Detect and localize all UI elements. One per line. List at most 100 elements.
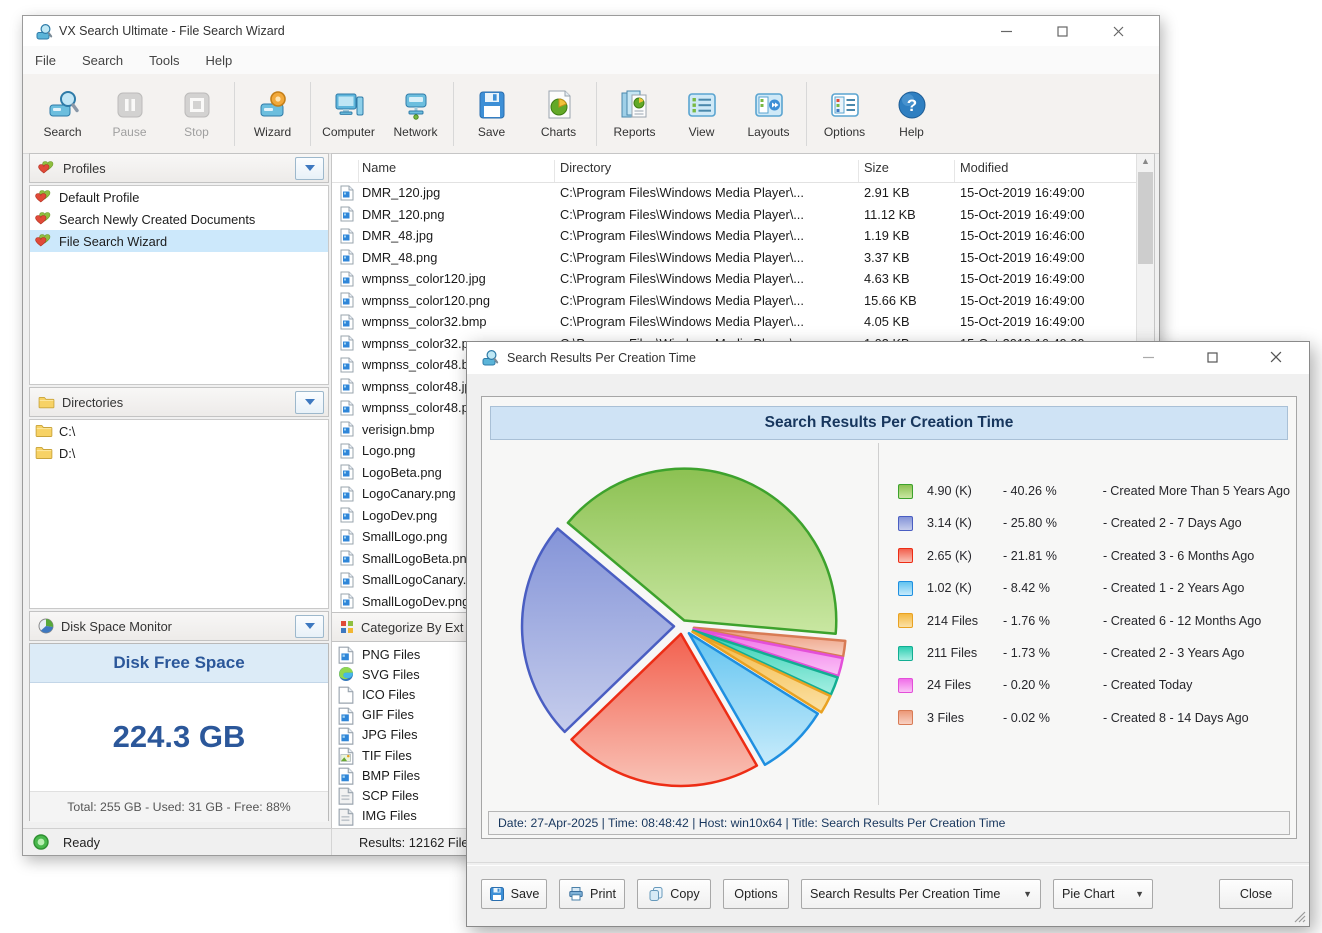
wizard-icon xyxy=(257,89,289,121)
toolbar-button-network[interactable]: Network xyxy=(382,79,449,149)
column-size[interactable]: Size xyxy=(864,160,889,175)
toolbar-button-help[interactable]: ?Help xyxy=(878,79,945,149)
view-icon xyxy=(686,89,718,121)
cell-size: 4.05 KB xyxy=(864,314,956,329)
chart-footer: Date: 27-Apr-2025 | Time: 08:48:42 | Hos… xyxy=(488,811,1290,835)
category-label: TIF Files xyxy=(362,748,412,763)
help-icon: ? xyxy=(896,89,928,121)
cell-directory: C:\Program Files\Windows Media Player\..… xyxy=(560,228,858,243)
toolbar-button-search[interactable]: Search xyxy=(29,79,96,149)
reports-icon xyxy=(619,89,651,121)
profile-hearts-icon xyxy=(35,211,53,227)
legend-item: 3 Files- 0.02 %- Created 8 - 14 Days Ago xyxy=(898,708,1290,728)
cell-modified: 15-Oct-2019 16:49:00 xyxy=(960,271,1137,286)
legend-percent: - 40.26 % xyxy=(1003,484,1103,498)
dialog-title: Search Results Per Creation Time xyxy=(507,351,696,365)
computer-icon xyxy=(333,89,365,121)
file-icon xyxy=(340,421,354,437)
pause-icon xyxy=(114,89,146,121)
options-button[interactable]: Options xyxy=(723,879,789,909)
table-row[interactable]: wmpnss_color32.bmpC:\Program Files\Windo… xyxy=(332,311,1137,333)
minimize-icon[interactable] xyxy=(991,20,1021,42)
profiles-title: Profiles xyxy=(63,161,295,176)
column-directory[interactable]: Directory xyxy=(560,160,611,175)
legend-swatch xyxy=(898,484,913,499)
copy-button[interactable]: Copy xyxy=(637,879,711,909)
save-icon xyxy=(489,886,505,902)
cell-directory: C:\Program Files\Windows Media Player\..… xyxy=(560,207,858,222)
toolbar-button-reports[interactable]: Reports xyxy=(601,79,668,149)
scrollbar-thumb[interactable] xyxy=(1138,172,1153,264)
options-label: Options xyxy=(734,887,777,901)
file-icon xyxy=(340,206,354,222)
toolbar-button-layouts[interactable]: Layouts xyxy=(735,79,802,149)
close-icon[interactable] xyxy=(1103,20,1133,42)
legend-percent: - 21.81 % xyxy=(1003,549,1103,563)
window-title: VX Search Ultimate - File Search Wizard xyxy=(59,24,285,38)
profiles-dropdown-icon[interactable] xyxy=(295,157,324,180)
dialog-minimize-icon[interactable] xyxy=(1133,346,1163,368)
file-icon xyxy=(340,464,354,480)
print-button[interactable]: Print xyxy=(559,879,625,909)
column-modified[interactable]: Modified xyxy=(960,160,1008,175)
toolbar-button-view[interactable]: View xyxy=(668,79,735,149)
scrollbar-up-icon[interactable]: ▲ xyxy=(1137,156,1154,166)
chart-dialog: Search Results Per Creation Time Search … xyxy=(466,341,1310,927)
toolbar-button-options[interactable]: Options xyxy=(811,79,878,149)
toolbar-button-computer[interactable]: Computer xyxy=(315,79,382,149)
table-row[interactable]: DMR_120.jpgC:\Program Files\Windows Medi… xyxy=(332,182,1137,204)
directory-label: C:\ xyxy=(59,424,75,439)
close-button[interactable]: Close xyxy=(1219,879,1293,909)
directories-dropdown-icon[interactable] xyxy=(295,391,324,414)
save-button[interactable]: Save xyxy=(481,879,547,909)
toolbar: SearchPauseStopWizardComputerNetworkSave… xyxy=(23,74,1159,154)
profile-item[interactable]: Default Profile xyxy=(30,186,328,208)
menu-help[interactable]: Help xyxy=(206,53,233,68)
legend-label: - Created More Than 5 Years Ago xyxy=(1103,484,1290,498)
legend-value: 2.65 (K) xyxy=(927,549,1003,563)
table-row[interactable]: DMR_48.jpgC:\Program Files\Windows Media… xyxy=(332,225,1137,247)
chart-type-combo[interactable]: Pie Chart ▼ xyxy=(1053,879,1153,909)
directories-header[interactable]: Directories xyxy=(29,387,329,417)
chart-select-combo[interactable]: Search Results Per Creation Time ▼ xyxy=(801,879,1041,909)
menu-file[interactable]: File xyxy=(35,53,56,68)
file-icon xyxy=(340,314,354,330)
legend-item: 24 Files- 0.20 %- Created Today xyxy=(898,675,1290,695)
copy-label: Copy xyxy=(670,887,699,901)
directory-item[interactable]: D:\ xyxy=(30,442,328,464)
save-icon xyxy=(476,89,508,121)
table-row[interactable]: DMR_120.pngC:\Program Files\Windows Medi… xyxy=(332,204,1137,226)
legend-swatch xyxy=(898,581,913,596)
legend-percent: - 25.80 % xyxy=(1003,516,1103,530)
menu-tools[interactable]: Tools xyxy=(149,53,179,68)
cell-directory: C:\Program Files\Windows Media Player\..… xyxy=(560,271,858,286)
menu-search[interactable]: Search xyxy=(82,53,123,68)
maximize-icon[interactable] xyxy=(1047,20,1077,42)
table-row[interactable]: wmpnss_color120.pngC:\Program Files\Wind… xyxy=(332,290,1137,312)
disk-monitor-header[interactable]: Disk Space Monitor xyxy=(29,611,329,641)
profile-item[interactable]: File Search Wizard xyxy=(30,230,328,252)
dialog-maximize-icon[interactable] xyxy=(1197,346,1227,368)
cell-directory: C:\Program Files\Windows Media Player\..… xyxy=(560,250,858,265)
disk-monitor-dropdown-icon[interactable] xyxy=(295,615,324,638)
toolbar-button-wizard[interactable]: Wizard xyxy=(239,79,306,149)
table-row[interactable]: wmpnss_color120.jpgC:\Program Files\Wind… xyxy=(332,268,1137,290)
toolbar-label: Reports xyxy=(613,125,655,139)
profile-item[interactable]: Search Newly Created Documents xyxy=(30,208,328,230)
resize-grip[interactable] xyxy=(1294,911,1306,923)
legend-value: 4.90 (K) xyxy=(927,484,1003,498)
toolbar-button-charts[interactable]: Charts xyxy=(525,79,592,149)
profile-hearts-icon xyxy=(35,233,53,249)
profiles-header[interactable]: Profiles xyxy=(29,153,329,183)
toolbar-button-save[interactable]: Save xyxy=(458,79,525,149)
table-row[interactable]: DMR_48.pngC:\Program Files\Windows Media… xyxy=(332,247,1137,269)
column-name[interactable]: Name xyxy=(362,160,396,175)
folder-icon xyxy=(35,423,53,439)
file-blue-icon xyxy=(338,767,354,783)
category-label: SVG Files xyxy=(362,667,420,682)
file-icon xyxy=(340,572,354,588)
disk-monitor-title: Disk Space Monitor xyxy=(61,619,295,634)
svg-text:?: ? xyxy=(906,96,916,115)
directory-item[interactable]: C:\ xyxy=(30,420,328,442)
dialog-close-icon[interactable] xyxy=(1261,346,1291,368)
